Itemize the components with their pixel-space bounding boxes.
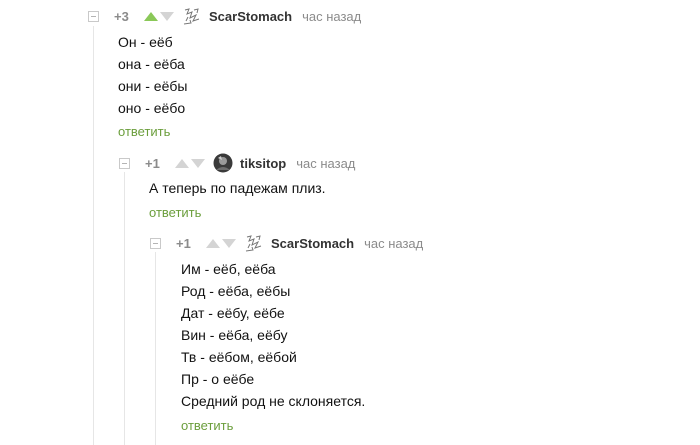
comment-line: Пр - о еёбе <box>181 371 255 387</box>
downvote-icon[interactable] <box>160 11 174 21</box>
comment-line: оно - еёбо <box>118 100 186 116</box>
comment-body: А теперь по падежам плиз. <box>149 177 326 199</box>
comment-body: Им - еёб, еёба Род - еёба, еёбы Дат - её… <box>181 258 365 412</box>
vote-controls <box>206 238 236 248</box>
comment-header: +3 ScarStomach час назад <box>88 6 361 26</box>
vote-controls <box>175 158 205 168</box>
collapse-toggle[interactable] <box>119 157 130 169</box>
downvote-icon[interactable] <box>222 238 236 248</box>
comment-header: +1 ScarStomach час назад <box>150 233 423 253</box>
reply-link[interactable]: ответить <box>118 124 170 139</box>
comment-line: Им - еёб, еёба <box>181 261 276 277</box>
upvote-icon[interactable] <box>144 11 158 21</box>
comment-line: Род - еёба, еёбы <box>181 283 291 299</box>
reply-link[interactable]: ответить <box>149 205 201 220</box>
thread-line[interactable] <box>124 172 125 445</box>
comment-body: Он - еёб она - еёба они - еёбы оно - еёб… <box>118 31 187 119</box>
comment-line: они - еёбы <box>118 78 188 94</box>
comment-rating: +1 <box>145 155 160 171</box>
downvote-icon[interactable] <box>191 158 205 168</box>
comment-line: Дат - еёбу, еёбе <box>181 305 285 321</box>
comment-line: Вин - еёба, еёбу <box>181 327 288 343</box>
comment-rating: +3 <box>114 8 129 24</box>
username[interactable]: ScarStomach <box>209 9 292 24</box>
collapse-toggle[interactable] <box>150 237 161 249</box>
avatar[interactable] <box>182 6 202 26</box>
avatar[interactable] <box>244 233 264 253</box>
username[interactable]: ScarStomach <box>271 236 354 251</box>
comment-line: Средний род не склоняется. <box>181 393 366 409</box>
comment-line: она - еёба <box>118 56 185 72</box>
thread-line[interactable] <box>155 252 156 445</box>
comment-line: А теперь по падежам плиз. <box>149 180 326 196</box>
collapse-toggle[interactable] <box>88 10 99 22</box>
thread-line[interactable] <box>93 26 94 445</box>
upvote-icon[interactable] <box>206 238 220 248</box>
vote-controls <box>144 11 174 21</box>
timestamp: час назад <box>296 155 356 171</box>
username[interactable]: tiksitop <box>240 156 286 171</box>
comment-line: Тв - еёбом, еёбой <box>181 349 297 365</box>
timestamp: час назад <box>364 235 424 251</box>
comment-header: +1 tiksitop час назад <box>119 153 355 173</box>
reply-link[interactable]: ответить <box>181 418 233 433</box>
comment-line: Он - еёб <box>118 34 173 50</box>
timestamp: час назад <box>302 8 362 24</box>
avatar[interactable] <box>213 153 233 173</box>
upvote-icon[interactable] <box>175 158 189 168</box>
comment-rating: +1 <box>176 235 191 251</box>
